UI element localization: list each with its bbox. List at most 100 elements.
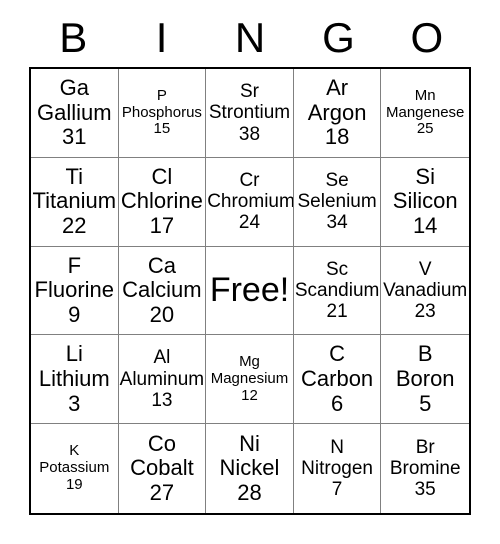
element-name: Nickel bbox=[219, 455, 280, 481]
element-name: Mangenese bbox=[385, 103, 465, 121]
element-name: Potassium bbox=[39, 459, 110, 477]
element-atomic-number: 13 bbox=[151, 389, 173, 411]
bingo-cell-al[interactable]: Al Aluminum 13 bbox=[118, 335, 207, 425]
element-symbol: Cl bbox=[151, 163, 173, 189]
element-atomic-number: 34 bbox=[326, 212, 348, 234]
element-atomic-number: 38 bbox=[238, 123, 261, 145]
element-symbol: Co bbox=[147, 430, 176, 456]
element-symbol: Al bbox=[153, 347, 171, 369]
element-name: Magnesium bbox=[210, 369, 289, 387]
bingo-cell-mn[interactable]: Mn Mangenese 25 bbox=[381, 69, 469, 158]
element-symbol: Se bbox=[325, 169, 349, 191]
element-name: Chlorine bbox=[120, 188, 203, 214]
element-name: Titanium bbox=[32, 188, 117, 214]
bingo-header-letter-i: I bbox=[155, 14, 168, 61]
element-atomic-number: 22 bbox=[62, 213, 87, 238]
element-atomic-number: 18 bbox=[324, 124, 350, 150]
bingo-header-letter-n: N bbox=[234, 14, 266, 61]
element-name: Phosphorus bbox=[121, 103, 202, 121]
element-symbol: P bbox=[156, 86, 167, 104]
element-atomic-number: 3 bbox=[68, 390, 81, 416]
element-atomic-number: 9 bbox=[68, 301, 81, 327]
element-name: Gallium bbox=[37, 99, 112, 125]
element-name: Nitrogen bbox=[301, 457, 373, 479]
bingo-cell-mg[interactable]: Mg Magnesium 12 bbox=[206, 335, 294, 425]
element-atomic-number: 7 bbox=[331, 479, 343, 501]
bingo-cell-cl[interactable]: Cl Chlorine 17 bbox=[118, 157, 207, 247]
element-symbol: Ar bbox=[326, 74, 349, 100]
bingo-cell-co[interactable]: Co Cobalt 27 bbox=[118, 424, 207, 513]
bingo-cell-li[interactable]: Li Lithium 3 bbox=[31, 335, 119, 425]
bingo-cell-se[interactable]: Se Selenium 34 bbox=[293, 157, 382, 247]
bingo-cell-ni[interactable]: Ni Nickel 28 bbox=[206, 424, 294, 513]
element-atomic-number: 25 bbox=[416, 120, 434, 138]
element-atomic-number: 24 bbox=[238, 212, 261, 234]
bingo-cell-cr[interactable]: Cr Chromium 24 bbox=[206, 157, 294, 247]
element-atomic-number: 35 bbox=[414, 479, 436, 501]
bingo-cell-sr[interactable]: Sr Strontium 38 bbox=[206, 69, 294, 158]
element-atomic-number: 5 bbox=[419, 390, 432, 416]
bingo-cell-k[interactable]: K Potassium 19 bbox=[31, 424, 119, 513]
element-atomic-number: 14 bbox=[412, 213, 438, 238]
element-name: Carbon bbox=[301, 365, 374, 391]
element-symbol: Ca bbox=[147, 252, 176, 278]
element-symbol: B bbox=[417, 341, 433, 367]
element-atomic-number: 23 bbox=[414, 301, 436, 323]
element-symbol: Br bbox=[415, 436, 435, 458]
bingo-cell-si[interactable]: Si Silicon 14 bbox=[381, 157, 469, 247]
bingo-cell-v[interactable]: V Vanadium 23 bbox=[381, 246, 469, 336]
element-atomic-number: 21 bbox=[326, 301, 348, 323]
element-symbol: Li bbox=[65, 341, 83, 367]
element-symbol: Ti bbox=[65, 163, 84, 189]
element-symbol: Sc bbox=[326, 258, 349, 280]
element-atomic-number: 28 bbox=[237, 479, 262, 505]
element-symbol: Ga bbox=[59, 74, 89, 100]
element-name: Aluminum bbox=[119, 368, 205, 390]
element-name: Vanadium bbox=[383, 279, 468, 301]
element-symbol: C bbox=[329, 341, 346, 367]
bingo-header-letter-b: B bbox=[59, 14, 88, 61]
free-space-label: Free! bbox=[209, 271, 290, 310]
bingo-cell-sc[interactable]: Sc Scandium 21 bbox=[293, 246, 382, 336]
element-symbol: Mg bbox=[239, 353, 260, 371]
element-symbol: Sr bbox=[239, 81, 259, 102]
element-name: Selenium bbox=[297, 191, 377, 213]
bingo-cell-n[interactable]: N Nitrogen 7 bbox=[293, 424, 382, 513]
element-symbol: N bbox=[330, 436, 344, 458]
bingo-cell-br[interactable]: Br Bromine 35 bbox=[381, 424, 469, 513]
bingo-header: BINGO bbox=[29, 12, 471, 64]
bingo-cell-p[interactable]: P Phosphorus 15 bbox=[118, 69, 207, 158]
element-symbol: Mn bbox=[414, 86, 436, 104]
bingo-cell-c[interactable]: C Carbon 6 bbox=[293, 335, 382, 425]
element-symbol: Ni bbox=[239, 430, 260, 456]
element-symbol: Cr bbox=[239, 169, 260, 191]
bingo-cell-free[interactable]: Free! bbox=[206, 246, 294, 336]
element-symbol: Si bbox=[415, 163, 435, 189]
element-name: Strontium bbox=[208, 102, 291, 124]
element-name: Argon bbox=[307, 99, 367, 125]
element-atomic-number: 17 bbox=[149, 213, 175, 238]
element-atomic-number: 6 bbox=[330, 390, 344, 416]
bingo-cell-ga[interactable]: Ga Gallium 31 bbox=[31, 69, 119, 158]
bingo-header-letter-o: O bbox=[410, 14, 444, 61]
element-name: Bromine bbox=[389, 457, 461, 479]
element-symbol: K bbox=[69, 442, 80, 460]
bingo-cell-ca[interactable]: Ca Calcium 20 bbox=[118, 246, 207, 336]
element-name: Fluorine bbox=[34, 277, 115, 303]
element-name: Calcium bbox=[122, 277, 202, 303]
element-atomic-number: 31 bbox=[62, 124, 87, 150]
bingo-header-letter-g: G bbox=[322, 14, 355, 61]
element-atomic-number: 15 bbox=[153, 120, 171, 138]
element-name: Cobalt bbox=[130, 455, 194, 481]
bingo-cell-ar[interactable]: Ar Argon 18 bbox=[293, 69, 382, 158]
bingo-cell-f[interactable]: F Fluorine 9 bbox=[31, 246, 119, 336]
bingo-cell-ti[interactable]: Ti Titanium 22 bbox=[31, 157, 119, 247]
element-name: Lithium bbox=[38, 365, 110, 391]
bingo-card: BINGO Ga Gallium 31 P Phosphorus 15 Sr Strontiu… bbox=[0, 0, 500, 544]
element-name: Silicon bbox=[392, 188, 458, 214]
bingo-cell-b[interactable]: B Boron 5 bbox=[381, 335, 469, 425]
element-symbol: V bbox=[418, 258, 432, 280]
element-name: Chromium bbox=[207, 191, 294, 213]
bingo-grid: Ga Gallium 31 P Phosphorus 15 Sr Strontium 38 Ar A… bbox=[29, 67, 471, 515]
element-atomic-number: 20 bbox=[149, 301, 175, 327]
